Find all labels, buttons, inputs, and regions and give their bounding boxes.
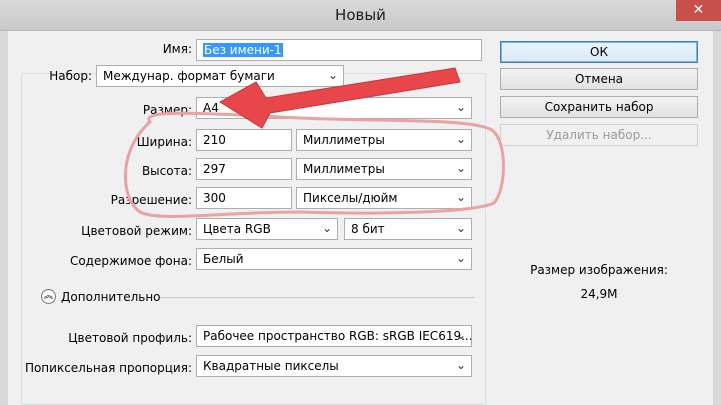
- chevron-down-icon: ⌄: [455, 251, 466, 265]
- pixel-aspect-label: Попиксельная пропорция:: [24, 361, 192, 375]
- size-label: Размер:: [142, 103, 192, 117]
- pixel-aspect-select[interactable]: Квадратные пикселы ⌄: [196, 355, 472, 377]
- ok-button[interactable]: ОК: [500, 41, 698, 63]
- chevron-down-icon: ⌄: [455, 328, 466, 342]
- preset-select-value: Междунар. формат бумаги: [103, 69, 275, 83]
- double-chevron-up-icon[interactable]: ︽: [41, 289, 56, 304]
- chevron-down-icon: ⌄: [455, 221, 466, 235]
- width-input[interactable]: 210: [196, 129, 292, 151]
- color-mode-value: Цвета RGB: [203, 222, 271, 236]
- width-label: Ширина:: [136, 135, 192, 149]
- window-title: Новый: [335, 6, 386, 24]
- advanced-divider: [160, 297, 475, 298]
- chevron-down-icon: ⌄: [321, 221, 332, 235]
- dialog-body: Имя: Без имени-1 Набор: Междунар. формат…: [8, 31, 713, 405]
- image-size-value: 24,9M: [580, 287, 618, 301]
- cancel-button[interactable]: Отмена: [500, 68, 698, 90]
- name-label: Имя:: [162, 42, 192, 56]
- resolution-unit-select[interactable]: Пикселы/дюйм ⌄: [296, 187, 472, 209]
- advanced-label: Дополнительно: [61, 290, 161, 304]
- width-unit-value: Миллиметры: [303, 133, 385, 147]
- size-select[interactable]: A4 ⌄: [196, 97, 472, 119]
- background-label: Содержимое фона:: [69, 254, 192, 268]
- height-unit-value: Миллиметры: [303, 162, 385, 176]
- close-icon[interactable]: ✕: [676, 0, 721, 21]
- preset-label: Набор:: [49, 69, 92, 83]
- preset-select[interactable]: Междунар. формат бумаги ⌄: [96, 65, 344, 87]
- pixel-aspect-value: Квадратные пикселы: [203, 359, 339, 373]
- chevron-down-icon: ⌄: [455, 190, 466, 204]
- width-unit-select[interactable]: Миллиметры ⌄: [296, 129, 472, 151]
- color-profile-label: Цветовой профиль:: [68, 331, 192, 345]
- bit-depth-value: 8 бит: [351, 222, 385, 236]
- resolution-label: Разрешение:: [110, 193, 192, 207]
- height-input[interactable]: 297: [196, 158, 292, 180]
- chevron-down-icon: ⌄: [455, 100, 466, 114]
- delete-preset-button: Удалить набор...: [500, 124, 698, 146]
- size-select-value: A4: [203, 101, 219, 115]
- chevron-down-icon: ⌄: [455, 358, 466, 372]
- bit-depth-select[interactable]: 8 бит ⌄: [344, 218, 472, 240]
- height-unit-select[interactable]: Миллиметры ⌄: [296, 158, 472, 180]
- name-input[interactable]: Без имени-1: [196, 39, 482, 61]
- color-profile-select[interactable]: Рабочее пространство RGB: sRGB IEC619...…: [196, 325, 472, 347]
- save-preset-button[interactable]: Сохранить набор параметров...: [500, 96, 698, 134]
- color-mode-label: Цветовой режим:: [81, 224, 192, 238]
- chevron-down-icon: ⌄: [455, 132, 466, 146]
- title-bar: Новый ✕: [0, 0, 721, 31]
- name-input-value: Без имени-1: [203, 43, 283, 57]
- height-label: Высота:: [141, 164, 192, 178]
- background-select[interactable]: Белый ⌄: [196, 248, 472, 270]
- resolution-unit-value: Пикселы/дюйм: [303, 191, 398, 205]
- color-mode-select[interactable]: Цвета RGB ⌄: [196, 218, 338, 240]
- resolution-input[interactable]: 300: [196, 187, 292, 209]
- color-profile-value: Рабочее пространство RGB: sRGB IEC619...: [203, 329, 472, 343]
- background-value: Белый: [203, 252, 244, 266]
- image-size-label: Размер изображения:: [530, 263, 668, 277]
- chevron-down-icon: ⌄: [327, 68, 338, 82]
- chevron-down-icon: ⌄: [455, 161, 466, 175]
